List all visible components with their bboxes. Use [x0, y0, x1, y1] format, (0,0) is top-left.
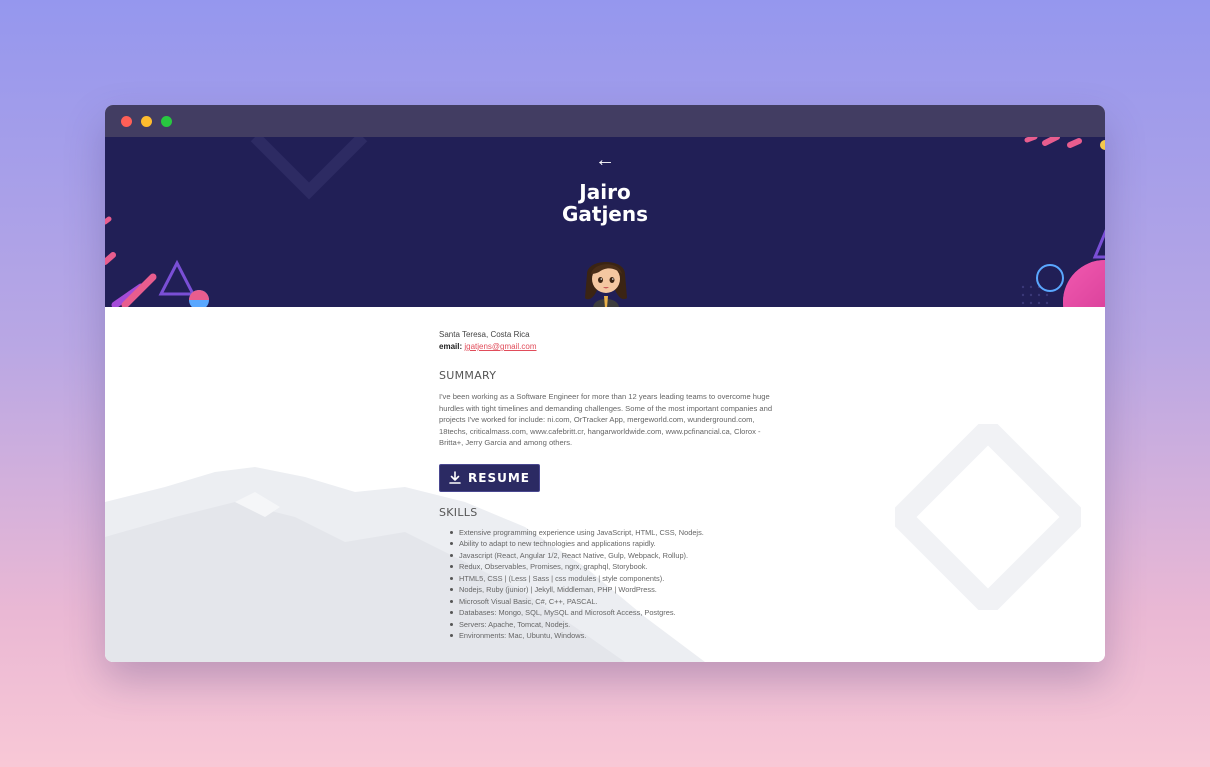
resume-button-label: RESUME	[468, 470, 530, 485]
list-item: Javascript (React, Angular 1/2, React Na…	[449, 550, 779, 562]
minimize-window-button[interactable]	[141, 116, 152, 127]
last-name: Gatjens	[561, 202, 649, 226]
skills-heading: SKILLS	[439, 505, 478, 519]
resume-column: Santa Teresa, Costa Rica email: jgatjens…	[439, 329, 779, 642]
email-line: email: jgatjens@gmail.com	[439, 341, 779, 353]
list-item: HTML5, CSS | (Less | Sass | css modules …	[449, 573, 779, 585]
list-item: Databases: Mongo, SQL, MySQL and Microso…	[449, 607, 779, 619]
download-icon	[449, 471, 461, 484]
list-item: Environments: Mac, Ubuntu, Windows.	[449, 630, 779, 642]
window-titlebar	[105, 105, 1105, 137]
email-label: email:	[439, 342, 463, 351]
skills-list: Extensive programming experience using J…	[439, 527, 779, 642]
summary-heading: SUMMARY	[439, 369, 497, 382]
maximize-window-button[interactable]	[161, 116, 172, 127]
list-item: Servers: Apache, Tomcat, Nodejs.	[449, 619, 779, 631]
summary-text: I've been working as a Software Engineer…	[439, 392, 773, 447]
main-content: Santa Teresa, Costa Rica email: jgatjens…	[105, 307, 1105, 662]
diamond-background	[895, 424, 1081, 610]
list-item: Microsoft Visual Basic, C#, C++, PASCAL.	[449, 596, 779, 608]
first-name: Jairo	[579, 180, 631, 204]
resume-download-button[interactable]: RESUME	[439, 463, 540, 492]
page-title: Jairo Gatjens	[105, 181, 1105, 225]
hero-banner: ← Jairo Gatjens	[105, 137, 1105, 307]
list-item: Redux, Observables, Promises, ngrx, grap…	[449, 561, 779, 573]
email-link[interactable]: jgatjens@gmail.com	[464, 342, 536, 351]
list-item: Extensive programming experience using J…	[449, 527, 779, 539]
close-window-button[interactable]	[121, 116, 132, 127]
browser-window: ← Jairo Gatjens Santa Teresa, Costa Rica…	[105, 105, 1105, 662]
list-item: Ability to adapt to new technologies and…	[449, 538, 779, 550]
avatar	[585, 262, 627, 307]
location-text: Santa Teresa, Costa Rica	[439, 330, 530, 339]
list-item: Nodejs, Ruby (junior) | Jekyll, Middlema…	[449, 584, 779, 596]
back-arrow-icon[interactable]: ←	[105, 149, 1105, 171]
